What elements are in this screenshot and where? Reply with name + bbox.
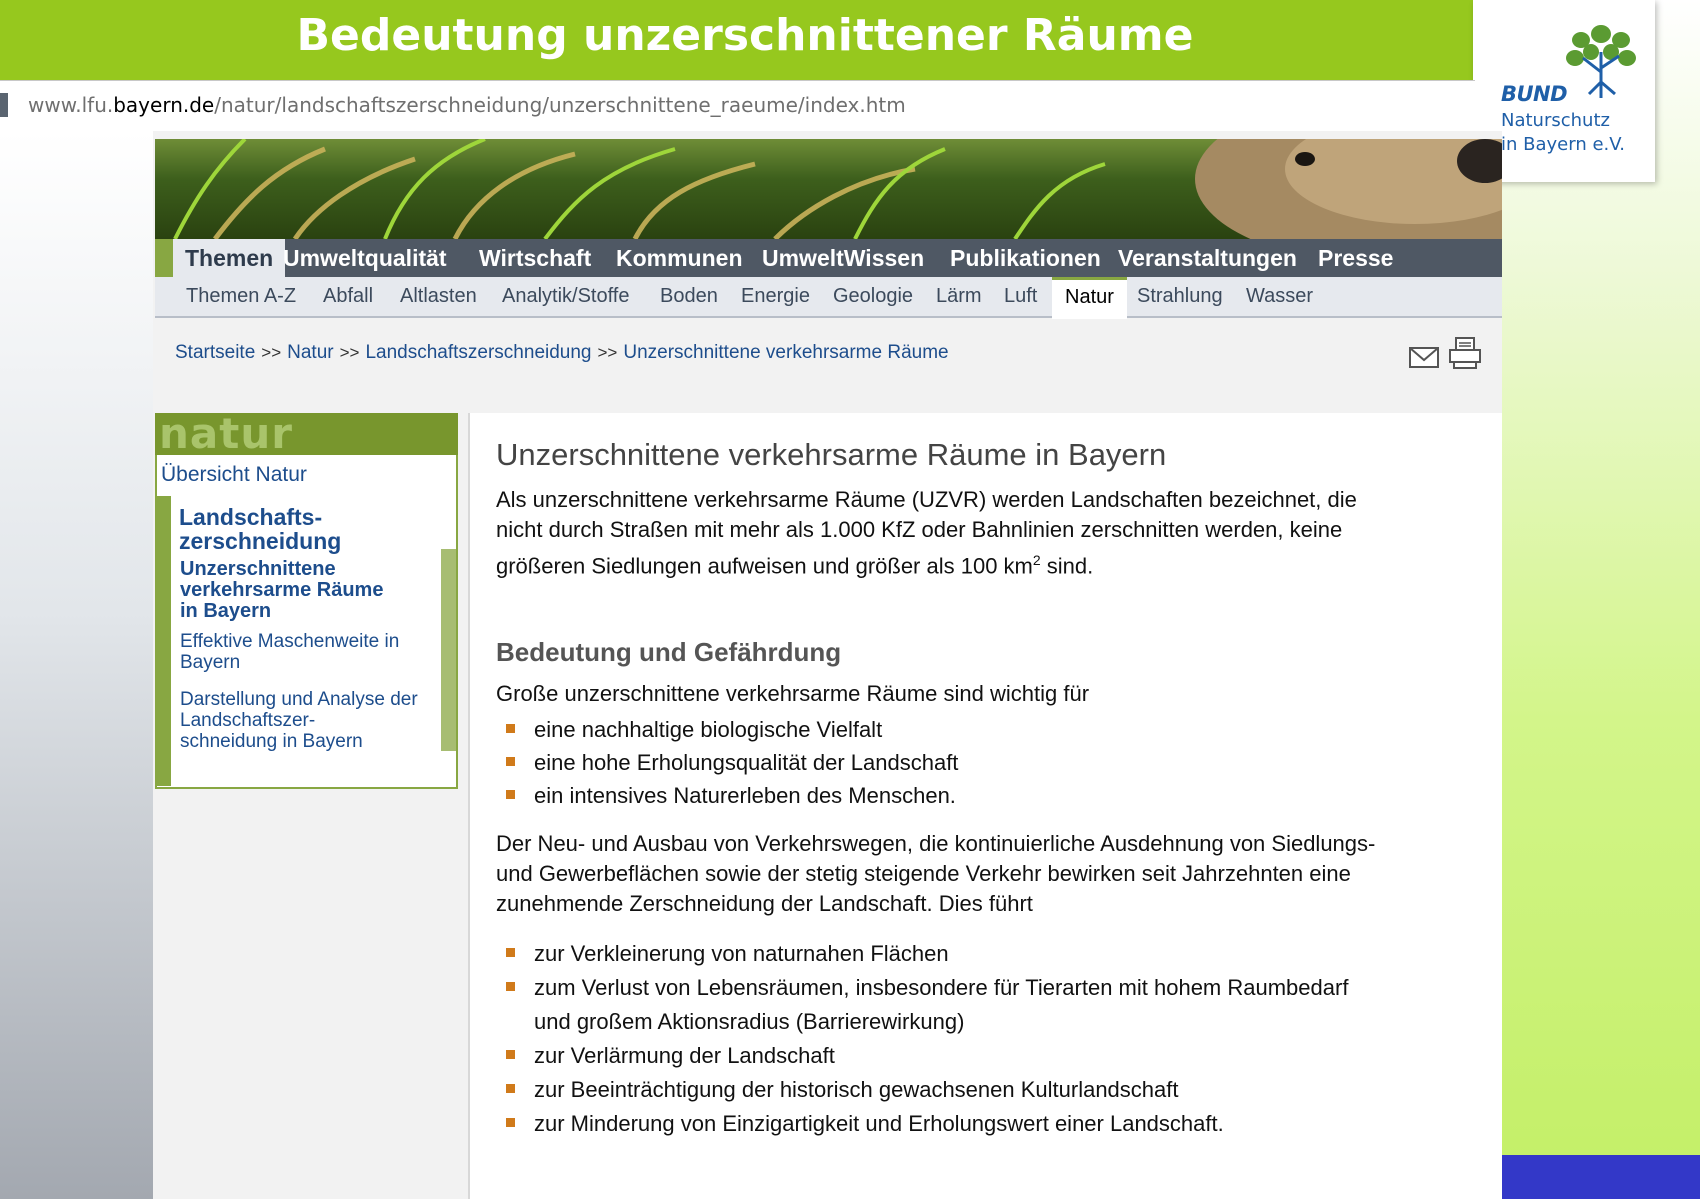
sidebar-link-line: Landschaftszer- (180, 710, 316, 731)
intro-paragraph: Als unzerschnittene verkehrsarme Räume (… (496, 485, 1476, 581)
nav-tab-veranstaltungen[interactable]: Veranstaltungen (1118, 239, 1297, 277)
subnav-boden[interactable]: Boden (660, 277, 718, 316)
subnav-wasser[interactable]: Wasser (1246, 277, 1313, 316)
consequences-list: zur Verkleinerung von naturnahen Flächen… (496, 937, 1476, 1141)
sidebar-item-effektive-maschenweite[interactable]: Effektive Maschenweite in Bayern (180, 631, 399, 673)
mail-icon[interactable] (1409, 347, 1439, 368)
subnav-strahlung[interactable]: Strahlung (1137, 277, 1223, 316)
breadcrumb-separator: >> (339, 343, 360, 362)
page-left-background (0, 131, 153, 1199)
nav-tab-publikationen[interactable]: Publikationen (950, 239, 1101, 277)
slide-title: Bedeutung unzerschnittener Räume (296, 10, 1194, 61)
subnav-geologie[interactable]: Geologie (833, 277, 913, 316)
breadcrumb-landschaftszerschneidung[interactable]: Landschaftszerschneidung (365, 342, 591, 363)
nav-tab-themen[interactable]: Themen (173, 239, 286, 277)
breadcrumb-separator: >> (597, 343, 618, 362)
list-item: eine nachhaltige biologische Vielfalt (496, 713, 1476, 746)
sidebar-item-uzvr-bayern[interactable]: Unzerschnittene verkehrsarme Räume in Ba… (180, 559, 383, 622)
list-item: zum Verlust von Lebensräumen, insbesonde… (496, 971, 1476, 1039)
intro-text: größeren Siedlungen aufweisen und größer… (496, 553, 1033, 579)
sidebar-current-line: verkehrsarme Räume (180, 579, 384, 601)
sidebar-submenu-marker (441, 549, 456, 751)
sidebar-link-line: Darstellung und Analyse der (180, 689, 418, 710)
list-item: zur Minderung von Einzigartigkeit und Er… (496, 1107, 1476, 1141)
sidebar-item-darstellung-analyse[interactable]: Darstellung und Analyse der Landschaftsz… (180, 689, 418, 752)
logo-text-in-bayern: in Bayern e.V. (1501, 134, 1625, 155)
sidebar-item-landschaftszerschneidung[interactable]: Landschafts- zerschneidung (179, 505, 341, 553)
breadcrumb: Startseite >> Natur >> Landschaftszerschneid… (175, 342, 949, 364)
subnav-natur[interactable]: Natur (1052, 277, 1127, 319)
url-field[interactable]: www.lfu.bayern.de/natur/landschaftszersc… (28, 93, 906, 117)
list-item: zur Beeinträchtigung der historisch gewa… (496, 1073, 1476, 1107)
page-icon (0, 93, 8, 117)
address-bar[interactable]: www.lfu.bayern.de/natur/landschaftszersc… (0, 80, 1475, 132)
print-icon[interactable] (1449, 337, 1481, 369)
sidebar-section-line: zerschneidung (179, 528, 342, 554)
sidebar-current-line: Unzerschnittene (180, 558, 336, 580)
list-item: zur Verlärmung der Landschaft (496, 1039, 1476, 1073)
subnav-themen-a-z[interactable]: Themen A-Z (186, 277, 296, 316)
breadcrumb-current[interactable]: Unzerschnittene verkehrsarme Räume (623, 342, 948, 363)
sidebar-link-line: Bayern (180, 652, 241, 673)
section-heading: Bedeutung und Gefährdung (496, 637, 842, 667)
subnav-luft[interactable]: Luft (1004, 277, 1037, 316)
list-item-text: und großem Aktionsradius (Barrierewirkun… (534, 1009, 965, 1034)
subnav-laerm[interactable]: Lärm (936, 277, 982, 316)
sidebar-link-line: Effektive Maschenweite in (180, 631, 400, 652)
intro-line: Als unzerschnittene verkehrsarme Räume (… (496, 487, 1357, 512)
breadcrumb-separator: >> (261, 343, 282, 362)
subnav-abfall[interactable]: Abfall (323, 277, 373, 316)
list-item: ein intensives Naturerleben des Menschen… (496, 779, 1476, 812)
browser-viewport: Themen Umweltqualität Wirtschaft Kommune… (0, 131, 1502, 1199)
url-domain: bayern.de (113, 93, 215, 117)
slide-bottom-accent (1502, 1155, 1700, 1199)
sidebar-item-uebersicht-natur[interactable]: Übersicht Natur (161, 463, 307, 487)
nav-tab-kommunen[interactable]: Kommunen (616, 239, 743, 277)
sidebar-header-text: natur (159, 413, 293, 455)
intro-line: größeren Siedlungen aufweisen und größer… (496, 545, 1476, 581)
breadcrumb-natur[interactable]: Natur (287, 342, 333, 363)
logo-text-bund: BUND (1501, 82, 1568, 106)
paragraph-threat: Der Neu- und Ausbau von Verkehrswegen, d… (496, 829, 1476, 919)
list-item-text: zum Verlust von Lebensräumen, insbesonde… (534, 975, 1349, 1000)
breadcrumb-startseite[interactable]: Startseite (175, 342, 255, 363)
paragraph-line: zunehmende Zerschneidung der Landschaft.… (496, 891, 1033, 916)
sidebar-active-marker (157, 496, 171, 786)
left-sidebar: natur Übersicht Natur Landschafts- zersc… (155, 413, 458, 789)
header-banner-image (155, 139, 1502, 239)
sub-navigation: Themen A-Z Abfall Altlasten Analytik/Sto… (155, 277, 1502, 319)
intro-line: nicht durch Straßen mit mehr als 1.000 K… (496, 517, 1343, 542)
page-tools (1408, 336, 1484, 375)
importance-list: eine nachhaltige biologische Vielfalt ei… (496, 713, 1476, 812)
list-item: zur Verkleinerung von naturnahen Flächen (496, 937, 1476, 971)
otter-grass-image (173, 139, 1502, 239)
list-item: eine hohe Erholungsqualität der Landscha… (496, 746, 1476, 779)
url-path: /natur/landschaftszerschneidung/unzersch… (214, 93, 906, 117)
nav-tab-wirtschaft[interactable]: Wirtschaft (479, 239, 591, 277)
superscript: 2 (1032, 552, 1041, 568)
nav-tab-presse[interactable]: Presse (1318, 239, 1393, 277)
tree-icon (1566, 25, 1636, 98)
nav-accent-stripe (155, 239, 173, 277)
url-prefix: www.lfu. (28, 93, 114, 117)
subnav-altlasten[interactable]: Altlasten (400, 277, 477, 316)
sidebar-current-line: in Bayern (180, 600, 272, 622)
sidebar-header: natur (155, 413, 458, 455)
nav-tab-umweltqualitaet[interactable]: Umweltqualität (283, 239, 447, 277)
nav-tab-umweltwissen[interactable]: UmweltWissen (762, 239, 924, 277)
page-title: Unzerschnittene verkehrsarme Räume in Ba… (496, 437, 1167, 472)
subnav-energie[interactable]: Energie (741, 277, 810, 316)
main-navigation: Themen Umweltqualität Wirtschaft Kommune… (155, 239, 1502, 277)
intro-text: sind. (1040, 553, 1094, 579)
logo-text-naturschutz: Naturschutz (1501, 110, 1610, 131)
sidebar-link-line: schneidung in Bayern (180, 731, 363, 752)
subnav-analytik-stoffe[interactable]: Analytik/Stoffe (502, 277, 629, 316)
paragraph-importance: Große unzerschnittene verkehrsarme Räume… (496, 681, 1090, 706)
paragraph-line: Der Neu- und Ausbau von Verkehrswegen, d… (496, 831, 1376, 856)
sidebar-section-line: Landschafts- (179, 504, 323, 530)
paragraph-line: und Gewerbeflächen sowie der stetig stei… (496, 861, 1351, 886)
main-content: Unzerschnittene verkehrsarme Räume in Ba… (468, 413, 1502, 1199)
